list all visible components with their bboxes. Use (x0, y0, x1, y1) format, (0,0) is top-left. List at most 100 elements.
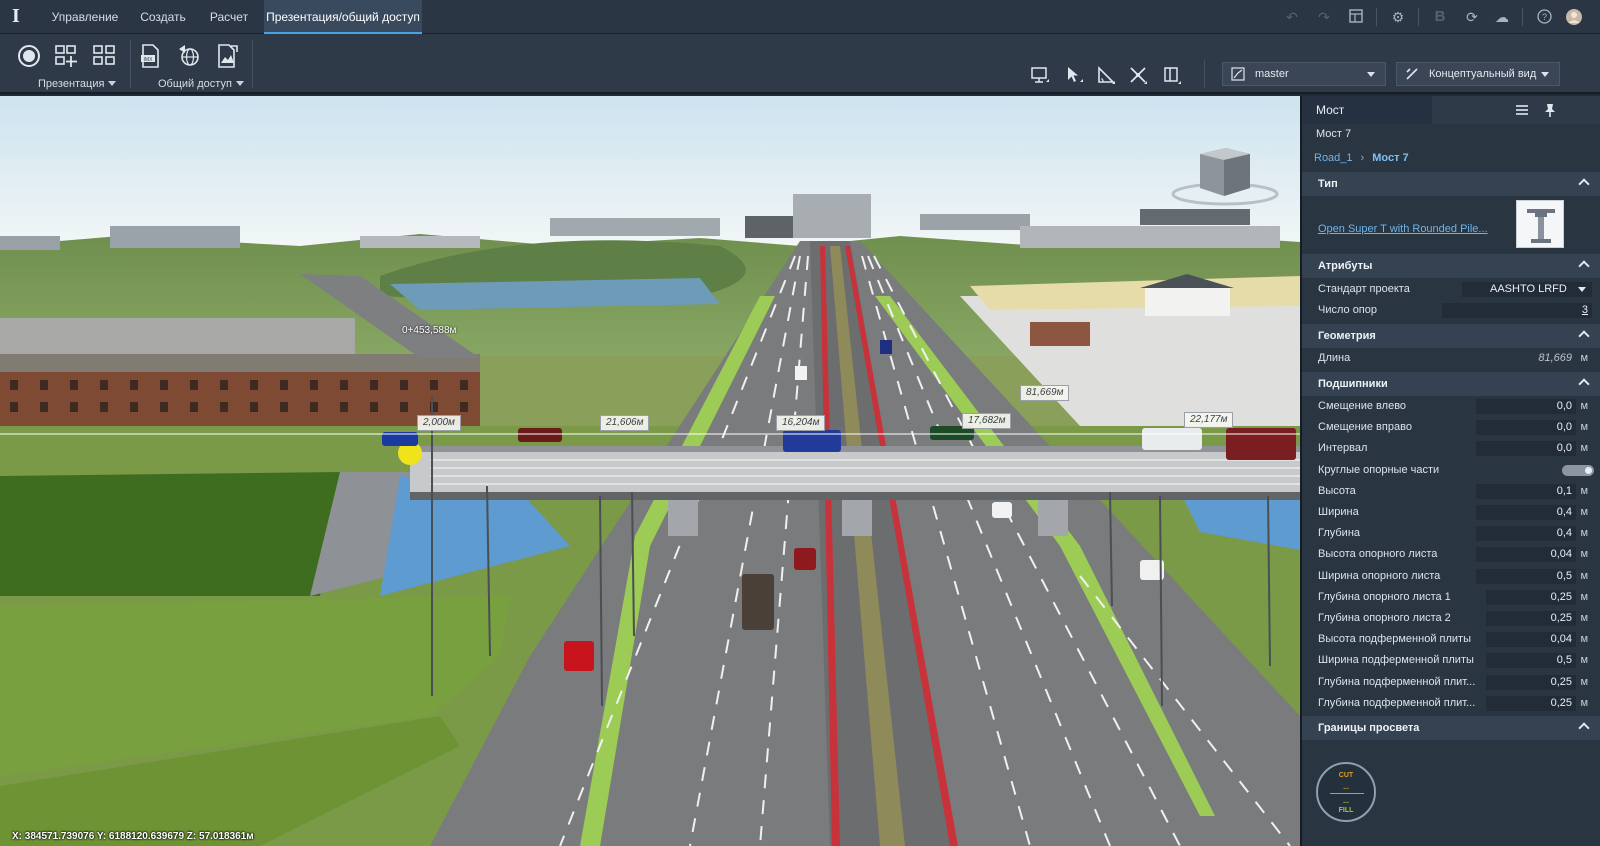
undo-icon[interactable]: ↶ (1284, 9, 1300, 25)
bearing-value-input[interactable]: 0,25 (1486, 674, 1576, 690)
chevron-up-icon (1578, 178, 1590, 190)
fill-label: FILL (1338, 807, 1354, 814)
prop-row-bearing: Ширина подферменной плиты 0,5 м (1318, 653, 1588, 669)
dimension-label[interactable]: 16,204м (776, 415, 826, 431)
proposal-icon (1231, 67, 1245, 81)
prop-row-bearing: Ширина 0,4 м (1318, 505, 1588, 520)
bearing-value-input[interactable]: 0,1 (1476, 483, 1576, 499)
add-grid-icon[interactable] (54, 43, 80, 69)
proposal-dropdown[interactable]: master (1222, 62, 1386, 86)
dimension-label[interactable]: 21,606м (600, 415, 650, 431)
bearing-value-input[interactable]: 0,04 (1486, 632, 1576, 648)
bridge-type-thumbnail[interactable] (1516, 200, 1564, 248)
length-value: 81,669 (1538, 352, 1572, 364)
breadcrumb-current: Мост 7 (1372, 152, 1409, 164)
panel-tab-bridge[interactable]: Мост (1302, 96, 1432, 124)
coordinate-readout: X: 384571.739076 Y: 6188120.639679 Z: 57… (12, 831, 254, 842)
bearing-value-input[interactable]: 0,25 (1486, 589, 1576, 605)
layout-icon[interactable] (1348, 9, 1364, 25)
dimension-label[interactable]: 22,177м (1184, 412, 1234, 428)
chevron-up-icon (1578, 722, 1590, 734)
bearing-value-input[interactable]: 0,4 (1476, 526, 1576, 542)
prop-row-length: Длина 81,669 м (1318, 352, 1588, 364)
bearing-value-input[interactable]: 0,25 (1486, 611, 1576, 626)
pier-count-input[interactable]: 3 (1442, 303, 1592, 318)
export-file-icon[interactable]: IMX (138, 43, 164, 69)
breadcrumb: Road_1 › Мост 7 (1314, 150, 1409, 166)
section-title: Подшипники (1318, 378, 1388, 390)
3d-viewport[interactable]: 0+453,588м 2,000м 21,606м 16,204м 17,682… (0, 96, 1300, 846)
pin-icon[interactable] (1542, 102, 1558, 118)
section-title: Атрибуты (1318, 260, 1373, 272)
object-name: Мост 7 (1316, 128, 1352, 140)
bearing-value-input[interactable]: 0,5 (1476, 568, 1576, 584)
user-avatar-icon[interactable] (1566, 9, 1582, 25)
tab-analyze[interactable]: Расчет (202, 0, 256, 34)
prop-row-bearing: Интервал 0,0 м (1318, 441, 1588, 457)
prop-row-bearing: Смещение вправо 0,0 м (1318, 420, 1588, 436)
monitor-icon[interactable] (1030, 65, 1050, 85)
bearing-value-input[interactable]: 0,5 (1486, 653, 1576, 669)
scene-render (0, 96, 1300, 846)
section-bearings-header[interactable]: Подшипники (1302, 372, 1600, 396)
panel-header: Мост (1302, 96, 1600, 124)
publish-globe-icon[interactable] (176, 43, 202, 69)
select-arrow-icon[interactable] (1064, 65, 1084, 85)
tab-present-share[interactable]: Презентация/общий доступ (264, 0, 422, 34)
svg-text:IMX: IMX (144, 57, 154, 63)
bold-b-icon[interactable]: B (1432, 9, 1448, 25)
bearing-value-input[interactable]: 0,0 (1476, 399, 1576, 414)
chevron-down-icon[interactable] (108, 81, 116, 86)
bearing-value-input[interactable]: 0,04 (1476, 547, 1576, 563)
dimension-label[interactable]: 81,669м (1020, 385, 1070, 401)
dimension-label[interactable]: 2,000м (417, 415, 461, 431)
round-bearings-toggle[interactable] (1562, 464, 1594, 476)
fill-value: -- (1343, 797, 1349, 807)
type-style-link[interactable]: Open Super T with Rounded Pile... (1318, 223, 1488, 235)
cut-label: CUT (1338, 772, 1354, 779)
app-logo[interactable]: I (12, 6, 28, 26)
visual-style-dropdown[interactable]: Концептуальный вид (1396, 62, 1560, 86)
chevron-up-icon (1578, 260, 1590, 272)
chevron-down-icon (1541, 72, 1549, 77)
tab-create[interactable]: Создать (134, 0, 192, 34)
section-type-header[interactable]: Тип (1302, 172, 1600, 196)
panel-icon[interactable] (1162, 65, 1182, 85)
bearing-value-input[interactable]: 0,25 (1486, 695, 1576, 711)
ribbon: Презентация IMX Общий доступ master Конц… (0, 34, 1600, 94)
export-image-icon[interactable] (214, 43, 240, 69)
section-title: Границы просвета (1318, 722, 1420, 734)
chevron-up-icon (1578, 378, 1590, 390)
bearing-value-input[interactable]: 0,0 (1476, 441, 1576, 457)
prop-row-pier-count: Число опор 3 (1302, 300, 1600, 321)
redo-icon[interactable]: ↷ (1316, 9, 1332, 25)
section-clearance-header[interactable]: Границы просвета (1302, 716, 1600, 740)
record-icon[interactable] (16, 43, 42, 69)
bearing-value-input[interactable]: 0,0 (1476, 420, 1576, 436)
measure-angle-icon[interactable] (1096, 65, 1116, 85)
section-geometry-header[interactable]: Геометрия (1302, 324, 1600, 348)
presentation-group-label[interactable]: Презентация (38, 77, 104, 91)
bearing-value-input[interactable]: 0,4 (1476, 505, 1576, 520)
design-standard-select[interactable]: AASHTO LRFD (1462, 282, 1592, 297)
breadcrumb-parent-link[interactable]: Road_1 (1314, 152, 1353, 164)
prop-row-bearing: Глубина подферменной плит... 0,25 м (1318, 695, 1588, 711)
prop-row-bearing: Круглые опорные части (1302, 460, 1600, 481)
crosshair-icon[interactable] (1128, 65, 1148, 85)
help-icon[interactable]: ? (1536, 9, 1552, 25)
breadcrumb-separator: › (1360, 152, 1365, 164)
visual-style-icon (1406, 68, 1418, 80)
menu-icon[interactable] (1514, 102, 1530, 118)
chevron-down-icon[interactable] (236, 81, 244, 86)
chevron-down-icon (1578, 287, 1586, 292)
sharing-group-label[interactable]: Общий доступ (158, 77, 232, 91)
dimension-label[interactable]: 17,682м (962, 413, 1012, 429)
chevron-down-icon (1367, 72, 1375, 77)
tab-manage[interactable]: Управление (46, 0, 124, 34)
prop-row-design-standard: Стандарт проекта AASHTO LRFD (1302, 279, 1600, 300)
section-attributes-header[interactable]: Атрибуты (1302, 254, 1600, 278)
refresh-icon[interactable]: ⟳ (1464, 9, 1480, 25)
grid-icon[interactable] (92, 43, 118, 69)
cloud-icon[interactable]: ☁ (1494, 9, 1510, 25)
settings-icon[interactable]: ⚙ (1390, 9, 1406, 25)
